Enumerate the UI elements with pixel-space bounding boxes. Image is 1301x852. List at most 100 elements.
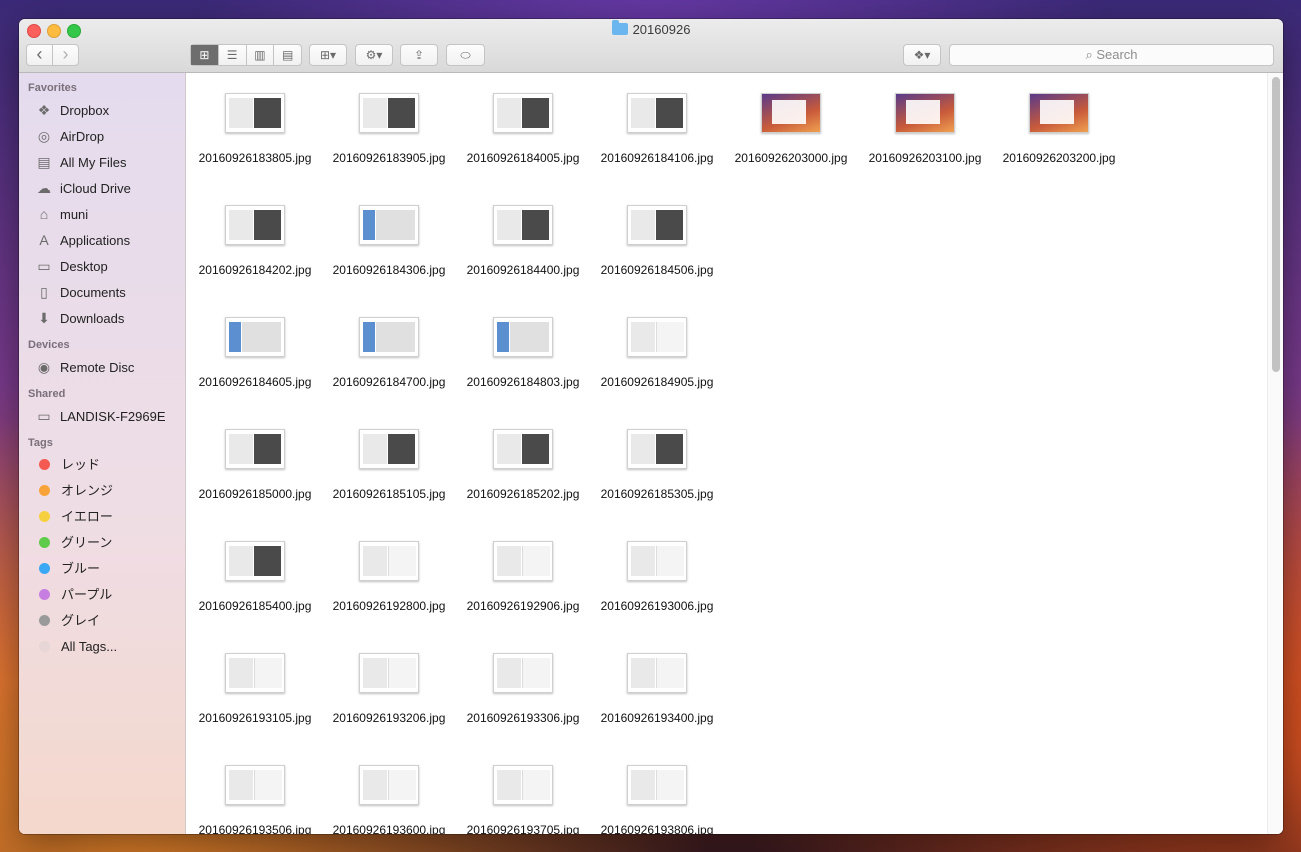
- file-item[interactable]: 20160926193206.jpg: [322, 653, 456, 727]
- file-name: 20160926184005.jpg: [466, 151, 580, 165]
- file-item[interactable]: 20160926184506.jpg: [590, 205, 724, 279]
- file-name: 20160926193006.jpg: [600, 599, 714, 613]
- sidebar-item-desktop[interactable]: ▭ Desktop: [35, 255, 108, 277]
- file-item[interactable]: 20160926193306.jpg: [456, 653, 590, 727]
- shared-header: Shared: [28, 388, 66, 400]
- tag-label: レッド: [61, 457, 101, 472]
- file-item[interactable]: 20160926184905.jpg: [590, 317, 724, 391]
- file-name: 20160926185305.jpg: [600, 487, 714, 501]
- sidebar-tag-item[interactable]: グリーン: [35, 532, 112, 554]
- coverflow-view-button[interactable]: ▤: [274, 45, 301, 65]
- tag-label: グレイ: [61, 613, 101, 628]
- title-bar: 20160926 ‹ › ⊞ ☰ ▥ ▤ ⊞▾ ⚙▾ ⇪ ⬭ ❖▾ ⌕ Sear…: [19, 19, 1283, 73]
- vertical-scrollbar[interactable]: [1267, 73, 1283, 834]
- file-name: 20160926185105.jpg: [332, 487, 446, 501]
- folder-icon: [611, 20, 628, 35]
- file-item[interactable]: 20160926185305.jpg: [590, 429, 724, 503]
- tag-color-dot-icon: [39, 459, 50, 470]
- back-button[interactable]: ‹: [27, 45, 53, 65]
- arrange-button[interactable]: ⊞▾: [309, 44, 347, 66]
- file-item[interactable]: 20160926184106.jpg: [590, 93, 724, 167]
- tag-label: イエロー: [61, 509, 113, 524]
- file-item[interactable]: 20160926203100.jpg: [858, 93, 992, 167]
- all-my-files-icon: ▤: [37, 154, 51, 170]
- file-item[interactable]: 20160926184306.jpg: [322, 205, 456, 279]
- file-item[interactable]: 20160926192906.jpg: [456, 541, 590, 615]
- file-name: 20160926184803.jpg: [466, 375, 580, 389]
- sidebar-tag-item[interactable]: オレンジ: [35, 480, 113, 502]
- action-gear-button[interactable]: ⚙▾: [355, 44, 393, 66]
- file-item[interactable]: 20160926193705.jpg: [456, 765, 590, 834]
- dropbox-menu-button[interactable]: ❖▾: [903, 44, 941, 66]
- sidebar-item-label: Remote Disc: [60, 360, 135, 375]
- column-view-button[interactable]: ▥: [247, 45, 275, 65]
- sidebar-item-remote-disc[interactable]: ◉ Remote Disc: [35, 356, 135, 378]
- file-item[interactable]: 20160926193600.jpg: [322, 765, 456, 834]
- file-name: 20160926193400.jpg: [600, 711, 714, 725]
- file-name: 20160926185000.jpg: [198, 487, 312, 501]
- forward-button[interactable]: ›: [53, 45, 78, 65]
- file-thumbnail-icon: [895, 93, 955, 133]
- file-item[interactable]: 20160926184803.jpg: [456, 317, 590, 391]
- file-name: 20160926183905.jpg: [332, 151, 446, 165]
- file-item[interactable]: 20160926183905.jpg: [322, 93, 456, 167]
- file-item[interactable]: 20160926203200.jpg: [992, 93, 1126, 167]
- scrollbar-thumb[interactable]: [1272, 77, 1280, 372]
- file-item[interactable]: 20160926184202.jpg: [188, 205, 322, 279]
- file-item[interactable]: 20160926193105.jpg: [188, 653, 322, 727]
- window-title: 20160926: [19, 20, 1283, 38]
- file-name: 20160926192800.jpg: [332, 599, 446, 613]
- sidebar-item-dropbox[interactable]: ❖ Dropbox: [35, 99, 109, 121]
- file-item[interactable]: 20160926193006.jpg: [590, 541, 724, 615]
- file-thumbnail-icon: [225, 765, 285, 805]
- sidebar-item-icloud-drive[interactable]: ☁ iCloud Drive: [35, 177, 131, 199]
- sidebar-item-label: Documents: [60, 285, 126, 300]
- file-name: 20160926193705.jpg: [466, 823, 580, 834]
- file-name: 20160926184306.jpg: [332, 263, 446, 277]
- file-item[interactable]: 20160926193806.jpg: [590, 765, 724, 834]
- sidebar-item-airdrop[interactable]: ◎ AirDrop: [35, 125, 104, 147]
- file-name: 20160926184700.jpg: [332, 375, 446, 389]
- icon-view-button[interactable]: ⊞: [191, 45, 219, 65]
- file-item[interactable]: 20160926185400.jpg: [188, 541, 322, 615]
- file-thumbnail-icon: [225, 541, 285, 581]
- file-item[interactable]: 20160926184700.jpg: [322, 317, 456, 391]
- file-item[interactable]: 20160926203000.jpg: [724, 93, 858, 167]
- file-name: 20160926193506.jpg: [198, 823, 312, 834]
- tag-color-dot-icon: [39, 511, 50, 522]
- file-item[interactable]: 20160926192800.jpg: [322, 541, 456, 615]
- sidebar-item-label: Desktop: [60, 259, 108, 274]
- share-button[interactable]: ⇪: [400, 44, 438, 66]
- file-item[interactable]: 20160926193506.jpg: [188, 765, 322, 834]
- file-item[interactable]: 20160926193400.jpg: [590, 653, 724, 727]
- sidebar-tag-item[interactable]: イエロー: [35, 506, 113, 528]
- file-name: 20160926203100.jpg: [868, 151, 982, 165]
- file-item[interactable]: 20160926184400.jpg: [456, 205, 590, 279]
- file-item[interactable]: 20160926185105.jpg: [322, 429, 456, 503]
- sidebar-tag-item[interactable]: All Tags...: [35, 636, 117, 658]
- sidebar-tag-item[interactable]: ブルー: [35, 558, 100, 580]
- airdrop-icon: ◎: [37, 128, 51, 144]
- file-thumbnail-icon: [225, 93, 285, 133]
- sidebar-item-muni[interactable]: ⌂ muni: [35, 203, 88, 225]
- sidebar-item-downloads[interactable]: ⬇ Downloads: [35, 307, 124, 329]
- sidebar-item-landisk-f2969e[interactable]: ▭ LANDISK-F2969E: [35, 405, 165, 427]
- file-item[interactable]: 20160926185202.jpg: [456, 429, 590, 503]
- sidebar-item-all-my-files[interactable]: ▤ All My Files: [35, 151, 126, 173]
- tag-label: ブルー: [61, 561, 101, 576]
- list-view-button[interactable]: ☰: [219, 45, 247, 65]
- file-thumbnail-icon: [225, 317, 285, 357]
- file-item[interactable]: 20160926184005.jpg: [456, 93, 590, 167]
- file-item[interactable]: 20160926185000.jpg: [188, 429, 322, 503]
- search-field[interactable]: ⌕ Search: [949, 44, 1274, 66]
- sidebar-item-applications[interactable]: A Applications: [35, 229, 130, 251]
- sidebar-tag-item[interactable]: パープル: [35, 584, 112, 606]
- file-item[interactable]: 20160926184605.jpg: [188, 317, 322, 391]
- sidebar-tag-item[interactable]: レッド: [35, 454, 100, 476]
- sidebar-tag-item[interactable]: グレイ: [35, 610, 100, 632]
- favorites-header: Favorites: [28, 82, 77, 94]
- sidebar-item-documents[interactable]: ▯ Documents: [35, 281, 126, 303]
- file-name: 20160926184400.jpg: [466, 263, 580, 277]
- file-item[interactable]: 20160926183805.jpg: [188, 93, 322, 167]
- edit-tags-button[interactable]: ⬭: [446, 44, 485, 66]
